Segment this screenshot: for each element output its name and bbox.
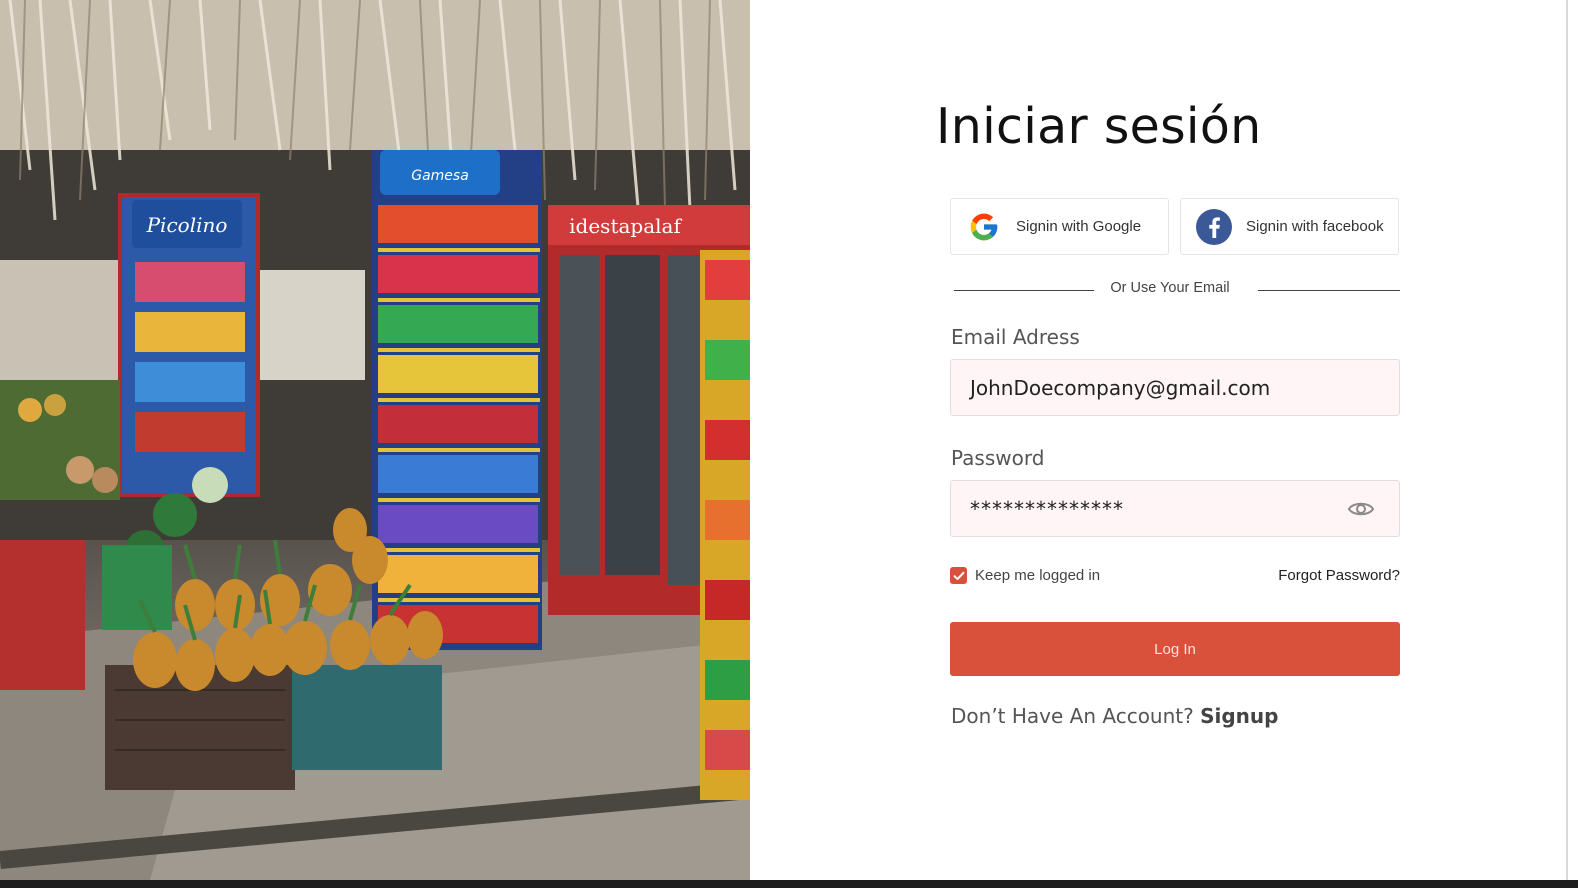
- bottom-edge-bar: [0, 880, 1578, 888]
- eye-icon[interactable]: [1347, 497, 1375, 521]
- cooler-sign: idestapalaf: [569, 214, 682, 238]
- divider-left: [954, 290, 1094, 291]
- gamesa-box-text: Gamesa: [411, 168, 469, 184]
- password-field[interactable]: **************: [950, 480, 1400, 537]
- remember-label: Keep me logged in: [975, 567, 1101, 584]
- storefront-photo: Picolino Gamesa idestapalaf: [0, 0, 750, 880]
- page-title: Iniciar sesión: [936, 98, 1262, 155]
- password-value: **************: [970, 496, 1124, 521]
- picolino-sign: Picolino: [146, 213, 228, 237]
- remember-row: Keep me logged in Forgot Password?: [950, 565, 1400, 587]
- signup-link[interactable]: Signup: [1200, 704, 1278, 728]
- email-value: JohnDoecompany@gmail.com: [970, 375, 1271, 400]
- right-edge-line: [1566, 0, 1568, 880]
- storefront-illustration: Picolino Gamesa idestapalaf: [0, 0, 750, 880]
- email-field[interactable]: JohnDoecompany@gmail.com: [950, 359, 1400, 416]
- no-account-text: Don’t Have An Account?: [951, 704, 1194, 728]
- remember-checkbox[interactable]: [950, 567, 967, 584]
- facebook-signin-button[interactable]: Signin with facebook: [1180, 198, 1399, 255]
- google-signin-label: Signin with Google: [1016, 218, 1142, 235]
- signup-prompt: Don’t Have An Account? Signup: [951, 704, 1278, 728]
- check-icon: [953, 571, 964, 580]
- login-button[interactable]: Log In: [950, 622, 1400, 676]
- google-signin-button[interactable]: Signin with Google: [950, 198, 1169, 255]
- forgot-password-link[interactable]: Forgot Password?: [1278, 567, 1400, 584]
- facebook-icon: [1196, 208, 1232, 245]
- email-label: Email Adress: [951, 325, 1080, 349]
- divider-text: Or Use Your Email: [1110, 280, 1230, 296]
- password-label: Password: [951, 446, 1045, 470]
- divider-right: [1258, 290, 1400, 291]
- google-icon: [966, 209, 1002, 245]
- facebook-signin-label: Signin with facebook: [1246, 218, 1384, 235]
